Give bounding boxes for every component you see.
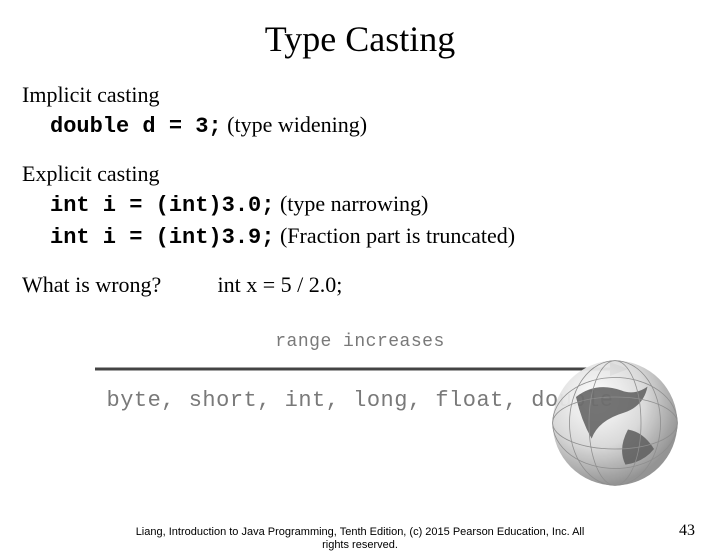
- implicit-heading: Implicit casting: [22, 80, 698, 110]
- globe-icon: [550, 358, 680, 488]
- implicit-line: double d = 3; (type widening): [22, 110, 698, 142]
- footer-line-2: rights reserved.: [0, 539, 720, 552]
- arrow-icon: [90, 358, 630, 380]
- explicit-code-2: int i = (int)3.9;: [50, 225, 274, 250]
- explicit-line-1: int i = (int)3.0; (type narrowing): [22, 189, 698, 221]
- implicit-note: (type widening): [222, 112, 367, 137]
- footer: Liang, Introduction to Java Programming,…: [0, 526, 720, 552]
- slide-title: Type Casting: [0, 18, 720, 60]
- implicit-code: double d = 3;: [50, 114, 222, 139]
- explicit-block: Explicit casting int i = (int)3.0; (type…: [22, 159, 698, 252]
- slide: Type Casting Implicit casting double d =…: [0, 18, 720, 558]
- explicit-note-1: (type narrowing): [274, 191, 428, 216]
- implicit-block: Implicit casting double d = 3; (type wid…: [22, 80, 698, 141]
- explicit-line-2: int i = (int)3.9; (Fraction part is trun…: [22, 221, 698, 253]
- wrong-block: What is wrong? int x = 5 / 2.0;: [22, 270, 698, 300]
- page-number: 43: [679, 522, 695, 540]
- explicit-note-2: (Fraction part is truncated): [274, 223, 515, 248]
- wrong-question: What is wrong?: [22, 270, 212, 300]
- range-label: range increases: [80, 330, 640, 354]
- explicit-code-1: int i = (int)3.0;: [50, 193, 274, 218]
- wrong-code: int x = 5 / 2.0;: [218, 272, 343, 297]
- explicit-heading: Explicit casting: [22, 159, 698, 189]
- footer-line-1: Liang, Introduction to Java Programming,…: [0, 526, 720, 539]
